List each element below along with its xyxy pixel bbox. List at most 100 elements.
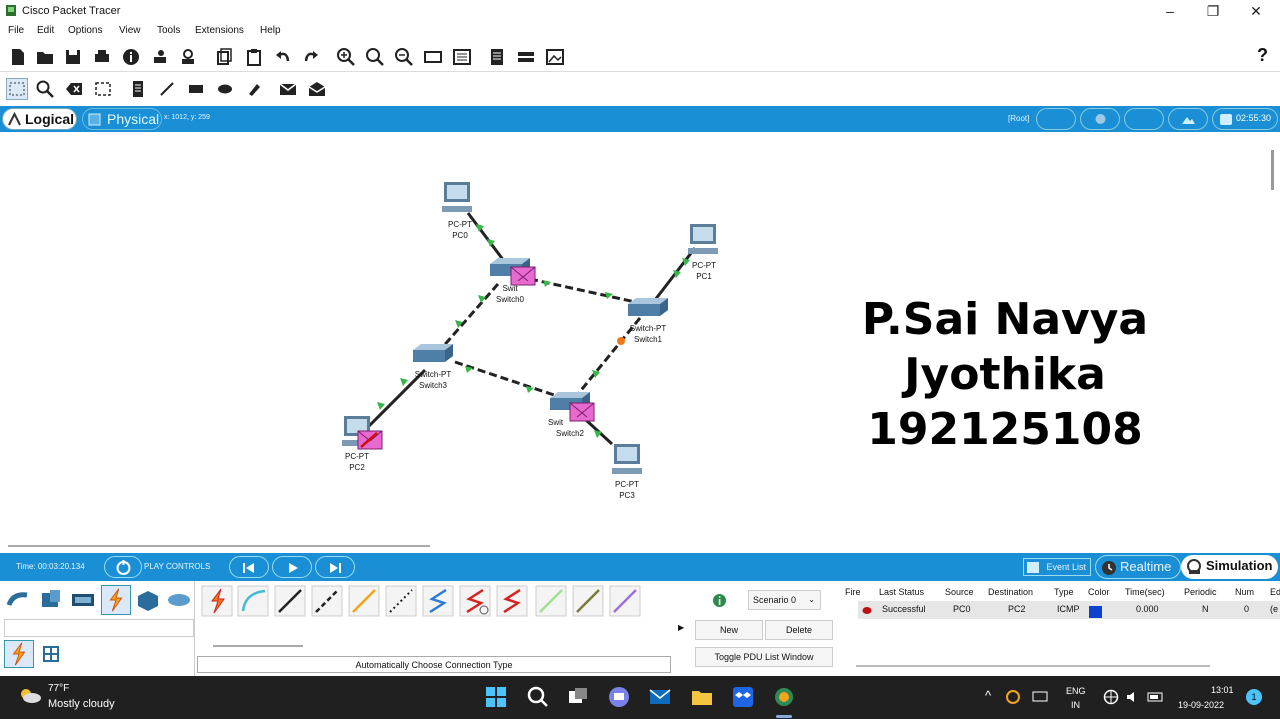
delete-scenario-button[interactable]: Delete: [765, 620, 833, 640]
viewport-button[interactable]: [1080, 108, 1120, 130]
print-icon[interactable]: [92, 47, 112, 67]
scenario-info-icon[interactable]: [712, 593, 727, 608]
fire-button-icon[interactable]: [862, 606, 872, 615]
network-devices-icon[interactable]: [6, 587, 32, 613]
search-icon[interactable]: [526, 685, 550, 709]
language-region[interactable]: IN: [1071, 700, 1080, 710]
task-view-icon[interactable]: [566, 685, 590, 709]
connections-category-icon[interactable]: [101, 585, 131, 615]
language-primary[interactable]: ENG: [1066, 686, 1086, 696]
realtime-mode-button[interactable]: Realtime: [1095, 555, 1181, 579]
menu-extensions[interactable]: Extensions: [195, 25, 244, 36]
open-folder-icon[interactable]: [35, 47, 55, 67]
serial-dce-icon[interactable]: [459, 585, 491, 617]
scenario-select[interactable]: Scenario 0 ⌄: [748, 590, 821, 610]
minimize-button[interactable]: –: [1150, 1, 1190, 21]
resize-shape-icon[interactable]: [93, 79, 113, 99]
coaxial-icon[interactable]: [422, 585, 454, 617]
copper-straight-icon[interactable]: [274, 585, 306, 617]
freeform-icon[interactable]: [244, 79, 264, 99]
event-list-button[interactable]: Event List: [1023, 558, 1091, 576]
delete-icon[interactable]: [64, 79, 84, 99]
set-background-button[interactable]: [1168, 108, 1208, 130]
power-cycle-button[interactable]: [104, 556, 142, 578]
tab-physical[interactable]: Physical: [82, 108, 162, 130]
play-button[interactable]: [272, 556, 312, 578]
multiuser-icon[interactable]: [166, 587, 192, 613]
pdu-envelope-icon[interactable]: [357, 430, 383, 450]
add-simple-pdu-icon[interactable]: [278, 79, 298, 99]
redo-icon[interactable]: [301, 47, 321, 67]
draw-ellipse-icon[interactable]: [215, 79, 235, 99]
back-step-button[interactable]: [229, 556, 269, 578]
zoom-out-icon[interactable]: [394, 47, 414, 67]
horizontal-scrollbar[interactable]: [8, 545, 430, 547]
switch1-icon[interactable]: [624, 296, 672, 322]
notification-badge[interactable]: 1: [1246, 689, 1262, 705]
packet-tracer-taskbar-icon[interactable]: [772, 685, 796, 709]
tab-logical[interactable]: Logical: [2, 108, 77, 130]
maximize-button[interactable]: ❐: [1193, 1, 1233, 21]
battery-icon[interactable]: [1147, 689, 1165, 705]
pdu-scrollbar[interactable]: [856, 665, 1210, 667]
volume-icon[interactable]: [1125, 689, 1141, 705]
zoom-in-icon[interactable]: [336, 47, 356, 67]
toggle-pdu-list-button[interactable]: Toggle PDU List Window: [695, 647, 833, 667]
drawing-palette-icon[interactable]: [423, 47, 443, 67]
auto-connection-icon[interactable]: [201, 585, 233, 617]
forward-step-button[interactable]: [315, 556, 355, 578]
select-icon[interactable]: [6, 78, 28, 100]
network-globe-icon[interactable]: [1103, 689, 1119, 705]
chevron-up-icon[interactable]: ^: [985, 688, 991, 703]
usb-cable-icon[interactable]: [609, 585, 641, 617]
add-complex-pdu-icon[interactable]: [307, 79, 327, 99]
network-info-icon[interactable]: [516, 47, 536, 67]
zoom-reset-icon[interactable]: [365, 47, 385, 67]
octal-cable-icon[interactable]: [535, 585, 567, 617]
logical-workspace[interactable]: PC-PT PC0 PC-PT PC1 PC-PT PC2 PC-PT PC3 …: [0, 132, 1280, 552]
inspect-icon[interactable]: [35, 79, 55, 99]
new-scenario-button[interactable]: New: [695, 620, 763, 640]
place-note-icon[interactable]: [128, 79, 148, 99]
menu-view[interactable]: View: [119, 25, 141, 36]
panel-collapse-icon[interactable]: ▶: [678, 623, 684, 632]
undo-icon[interactable]: [273, 47, 293, 67]
pc3-icon[interactable]: [608, 442, 646, 476]
switch3-icon[interactable]: [409, 342, 457, 368]
simulation-mode-button[interactable]: Simulation: [1181, 555, 1278, 579]
weather-cloud-icon[interactable]: [18, 686, 42, 704]
new-file-icon[interactable]: [8, 47, 28, 67]
back-button[interactable]: [1036, 108, 1076, 130]
image-icon[interactable]: [545, 47, 565, 67]
menu-tools[interactable]: Tools: [157, 25, 180, 36]
dropbox-icon[interactable]: [731, 685, 755, 709]
console-cable-icon[interactable]: [237, 585, 269, 617]
file-explorer-icon[interactable]: [690, 685, 714, 709]
copper-cross-icon[interactable]: [311, 585, 343, 617]
menu-file[interactable]: File: [8, 25, 24, 36]
custom-device-dialog-icon[interactable]: [452, 47, 472, 67]
custom-device-icon[interactable]: [178, 47, 198, 67]
windows-start-icon[interactable]: [484, 685, 508, 709]
paste-icon[interactable]: [244, 47, 264, 67]
grid-icon[interactable]: [42, 645, 60, 663]
components-icon[interactable]: [70, 587, 96, 613]
menu-help[interactable]: Help: [260, 25, 281, 36]
info-icon[interactable]: [121, 47, 141, 67]
menu-options[interactable]: Options: [68, 25, 102, 36]
new-cluster-button[interactable]: [1124, 108, 1164, 130]
keyboard-icon[interactable]: [1032, 689, 1048, 703]
notes-icon[interactable]: [487, 47, 507, 67]
help-icon[interactable]: ?: [1257, 45, 1268, 66]
pc1-icon[interactable]: [684, 222, 722, 256]
mail-icon[interactable]: [648, 685, 672, 709]
copy-icon[interactable]: [214, 47, 234, 67]
pc0-icon[interactable]: [438, 180, 476, 214]
phone-cable-icon[interactable]: [385, 585, 417, 617]
draw-rectangle-icon[interactable]: [186, 79, 206, 99]
save-icon[interactable]: [63, 47, 83, 67]
connections-scrollbar[interactable]: [213, 645, 303, 647]
close-button[interactable]: ✕: [1236, 1, 1276, 21]
connections-subtype-icon[interactable]: [4, 640, 34, 668]
iot-custom-cable-icon[interactable]: [572, 585, 604, 617]
